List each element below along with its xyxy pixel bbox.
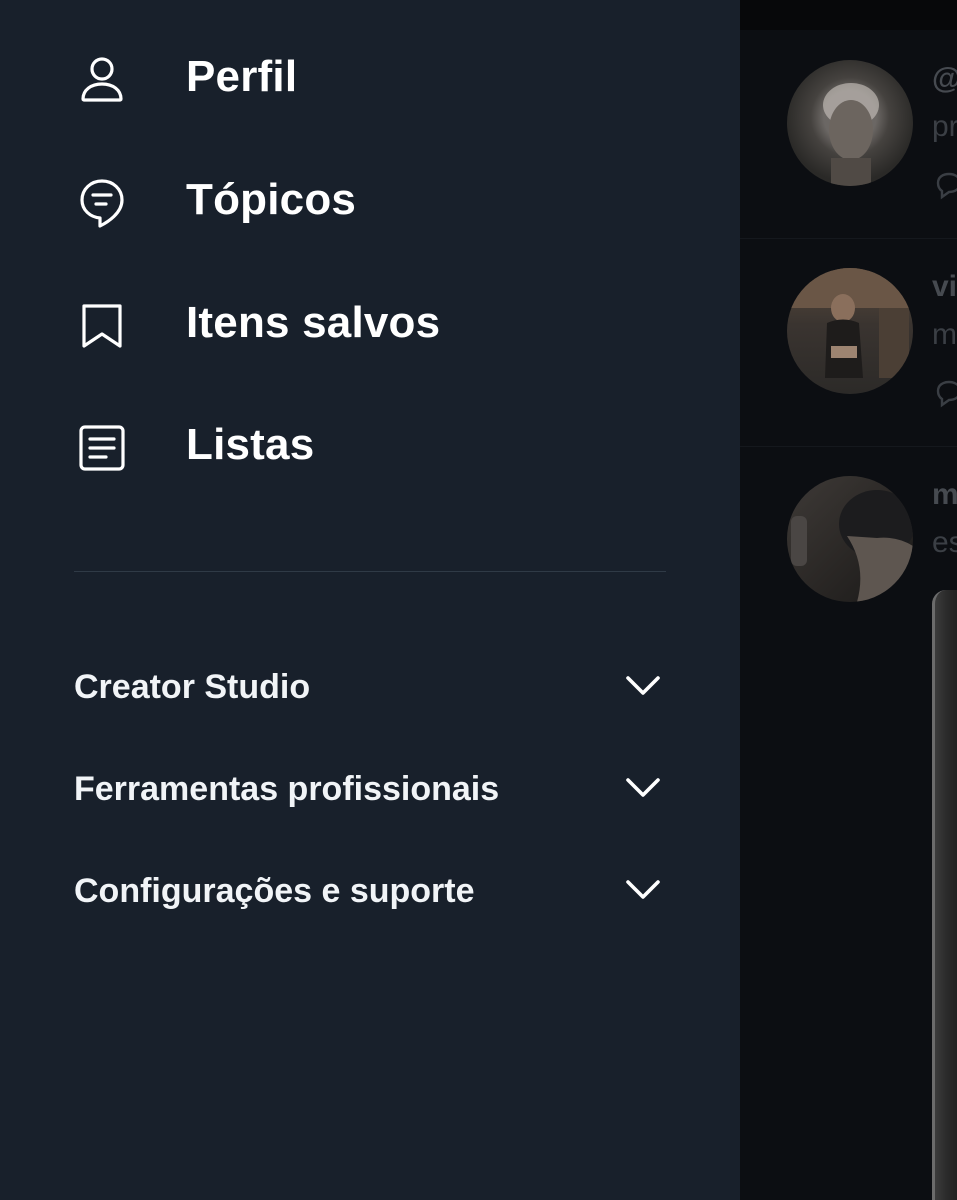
chevron-down-icon[interactable] [624,874,662,906]
chevron-down-icon[interactable] [624,772,662,804]
avatar[interactable] [787,476,913,602]
person-icon [81,57,123,102]
tweet[interactable]: vi m [740,238,957,447]
nav-item-itens-salvos[interactable]: Itens salvos [0,276,740,376]
tweet-text: m [932,318,957,351]
section-label: Creator Studio [74,668,311,706]
avatar[interactable] [787,268,913,394]
tweet-username: m [932,478,957,511]
tweet[interactable]: m es [740,446,957,1200]
nav-item-label: Tópicos [186,175,357,224]
reply-icon[interactable] [934,170,957,200]
bookmark-icon [82,304,122,348]
feed-header [740,0,957,30]
tweet-text: pr [932,110,957,143]
nav-item-label: Perfil [186,52,298,101]
chevron-down-icon[interactable] [624,670,662,702]
avatar[interactable] [787,60,913,186]
topics-icon [80,179,124,228]
tweet-username: @ [932,62,957,96]
navigation-drawer: Perfil Tópicos Itens salvos Listas Creat… [0,0,740,1200]
lists-icon [79,425,125,471]
tweet-media[interactable] [932,590,957,1200]
nav-item-perfil[interactable]: Perfil [0,30,740,130]
section-ferramentas-profissionais[interactable]: Ferramentas profissionais [0,748,740,828]
tweet-text: es [932,526,957,559]
nav-item-listas[interactable]: Listas [0,398,740,498]
reply-icon[interactable] [934,378,957,408]
nav-item-label: Itens salvos [186,298,441,347]
section-creator-studio[interactable]: Creator Studio [0,646,740,726]
tweet[interactable]: @ pr [740,30,957,239]
divider [74,571,666,572]
nav-item-topicos[interactable]: Tópicos [0,153,740,253]
section-label: Ferramentas profissionais [74,770,500,808]
section-label: Configurações e suporte [74,872,475,910]
nav-item-label: Listas [186,420,315,469]
timeline-feed: @ pr vi m m [740,0,957,1200]
section-configuracoes-e-suporte[interactable]: Configurações e suporte [0,850,740,930]
tweet-username: vi [932,270,957,303]
